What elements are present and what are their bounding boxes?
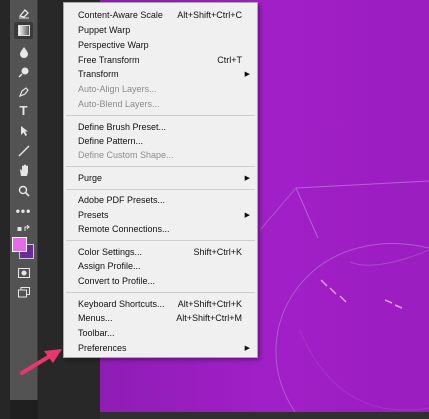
menu-item-preferences[interactable]: Preferences ▶ xyxy=(64,341,257,356)
menu-item-define-pattern[interactable]: Define Pattern... xyxy=(64,134,257,149)
menu-item-keyboard-shortcuts[interactable]: Keyboard Shortcuts... Alt+Shift+Ctrl+K xyxy=(64,297,257,312)
menu-item-presets[interactable]: Presets ▶ xyxy=(64,208,257,223)
zoom-tool-icon[interactable] xyxy=(14,182,33,199)
edit-dropdown-menu: Content-Aware Scale Alt+Shift+Ctrl+C Pupp… xyxy=(63,2,258,358)
menu-separator xyxy=(66,189,255,190)
pen-tool-icon[interactable] xyxy=(14,83,33,100)
menu-separator xyxy=(66,115,255,116)
pointer-arrow-icon xyxy=(20,349,62,375)
screen-mode-icon[interactable] xyxy=(14,284,33,301)
blur-drop-icon[interactable] xyxy=(14,43,33,60)
status-bar xyxy=(100,412,429,419)
dodge-tool-icon[interactable] xyxy=(14,63,33,80)
submenu-arrow-icon: ▶ xyxy=(244,212,250,219)
menu-item-menus[interactable]: Menus... Alt+Shift+Ctrl+M xyxy=(64,311,257,326)
menu-item-assign-profile[interactable]: Assign Profile... xyxy=(64,259,257,274)
menu-item-define-brush-preset[interactable]: Define Brush Preset... xyxy=(64,120,257,135)
menu-item-convert-to-profile[interactable]: Convert to Profile... xyxy=(64,274,257,289)
menu-item-auto-blend-layers: Auto-Blend Layers... xyxy=(78,99,160,109)
menu-separator xyxy=(66,240,255,241)
menu-item-remote-connections[interactable]: Remote Connections... xyxy=(64,222,257,237)
swap-colors-icon[interactable] xyxy=(14,221,33,238)
path-selection-icon[interactable] xyxy=(14,122,33,139)
menu-item-perspective-warp[interactable]: Perspective Warp xyxy=(64,38,257,53)
menu-item-define-custom-shape: Define Custom Shape... xyxy=(78,150,174,160)
menu-separator xyxy=(66,292,255,293)
menu-item-auto-align-layers: Auto-Align Layers... xyxy=(78,84,157,94)
gradient-tool-icon[interactable] xyxy=(14,22,33,39)
eraser-icon[interactable] xyxy=(14,4,33,21)
more-tools-icon[interactable]: ••• xyxy=(14,202,33,219)
submenu-arrow-icon: ▶ xyxy=(244,345,250,352)
window-edge xyxy=(0,0,10,419)
menu-item-content-aware-scale[interactable]: Content-Aware Scale Alt+Shift+Ctrl+C xyxy=(64,8,257,23)
menu-item-puppet-warp[interactable]: Puppet Warp xyxy=(64,23,257,38)
foreground-color-swatch[interactable] xyxy=(12,237,27,252)
menu-item-purge[interactable]: Purge ▶ xyxy=(64,171,257,186)
menu-item-adobe-pdf-presets[interactable]: Adobe PDF Presets... xyxy=(64,193,257,208)
hand-tool-icon[interactable] xyxy=(14,162,33,179)
menu-item-free-transform[interactable]: Free Transform Ctrl+T xyxy=(64,53,257,68)
quick-mask-icon[interactable] xyxy=(14,264,33,281)
menu-separator xyxy=(66,166,255,167)
type-tool-icon[interactable]: T xyxy=(14,102,33,119)
menu-item-transform[interactable]: Transform ▶ xyxy=(64,67,257,82)
menu-item-color-settings[interactable]: Color Settings... Shift+Ctrl+K xyxy=(64,245,257,260)
tools-panel: T ••• xyxy=(10,0,38,400)
submenu-arrow-icon: ▶ xyxy=(244,175,250,182)
submenu-arrow-icon: ▶ xyxy=(244,71,250,78)
line-tool-icon[interactable] xyxy=(14,142,33,159)
menu-item-toolbar[interactable]: Toolbar... xyxy=(64,326,257,341)
